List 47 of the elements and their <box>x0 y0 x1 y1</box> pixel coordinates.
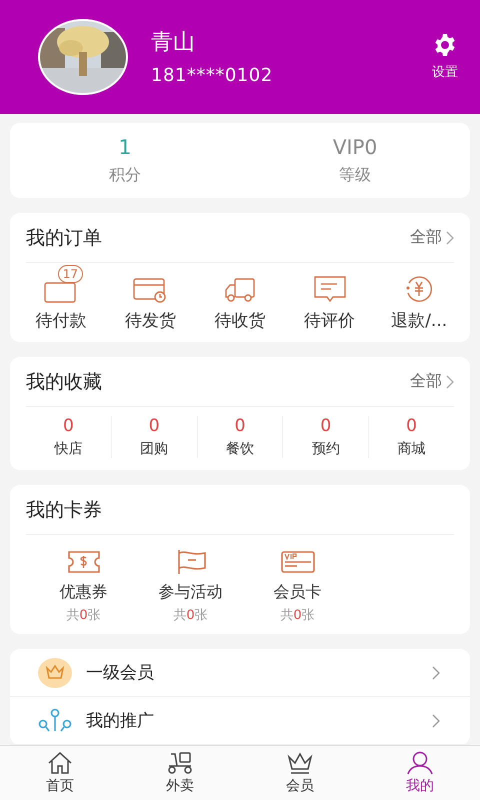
favorite-category[interactable]: 0 预约 <box>282 416 368 458</box>
card-clock-icon <box>133 277 168 303</box>
menu-row[interactable]: 一级会员 <box>10 649 470 697</box>
yen-refund-icon <box>404 275 434 303</box>
view-all-link[interactable]: 全部 <box>410 371 454 392</box>
settings-icon <box>433 32 457 57</box>
stat-value: 1 <box>118 134 132 159</box>
phone-number: 181****0102 <box>151 65 274 86</box>
chevron-icon <box>432 714 440 728</box>
truck-icon <box>224 277 256 303</box>
settings-button[interactable]: 设置 <box>432 32 458 81</box>
section-title: 我的订单 <box>26 226 102 250</box>
chevron-icon <box>446 230 454 244</box>
user-icon <box>406 751 434 775</box>
stat-label: 积分 <box>109 164 141 186</box>
tab[interactable]: 会员 <box>240 746 360 800</box>
vip-card-icon <box>280 550 314 574</box>
order-status-item[interactable]: 待发货 <box>106 263 196 332</box>
favorite-category[interactable]: 0 团购 <box>110 416 197 458</box>
chevron-icon <box>432 666 440 680</box>
coupon-category[interactable]: 会员卡 共0张 <box>244 547 351 624</box>
order-status-item[interactable]: 待评价 <box>284 263 374 332</box>
crown-icon <box>286 751 314 775</box>
section-title: 我的卡券 <box>26 498 102 522</box>
tab[interactable]: 外卖 <box>120 746 240 800</box>
tab[interactable]: 首页 <box>0 746 120 800</box>
count-badge: 17 <box>58 265 84 283</box>
order-status-item[interactable]: 退款/... <box>374 263 464 332</box>
chevron-icon <box>446 374 454 388</box>
coupon-icon <box>66 550 100 574</box>
order-status-item[interactable]: 待收货 <box>195 263 285 332</box>
tab[interactable]: 我的 <box>360 746 480 800</box>
stat-label: 等级 <box>339 164 371 186</box>
favorite-category[interactable]: 0 商城 <box>368 416 454 458</box>
view-all-link[interactable]: 全部 <box>410 227 454 248</box>
order-status-item[interactable]: 17 待付款 <box>16 263 106 332</box>
coupon-category[interactable]: 优惠券 共0张 <box>30 547 137 624</box>
section-title: 我的收藏 <box>26 370 102 394</box>
user-name: 青山 <box>151 29 196 58</box>
network-icon <box>38 708 72 734</box>
favorite-category[interactable]: 0 餐饮 <box>196 416 282 458</box>
coupon-category[interactable]: 参与活动 共0张 <box>137 547 244 624</box>
favorite-category[interactable]: 0 快店 <box>26 416 111 458</box>
stat-value: VIP0 <box>332 134 378 159</box>
crown-icon <box>38 658 72 688</box>
home-icon <box>47 751 73 775</box>
message-icon <box>312 275 347 303</box>
